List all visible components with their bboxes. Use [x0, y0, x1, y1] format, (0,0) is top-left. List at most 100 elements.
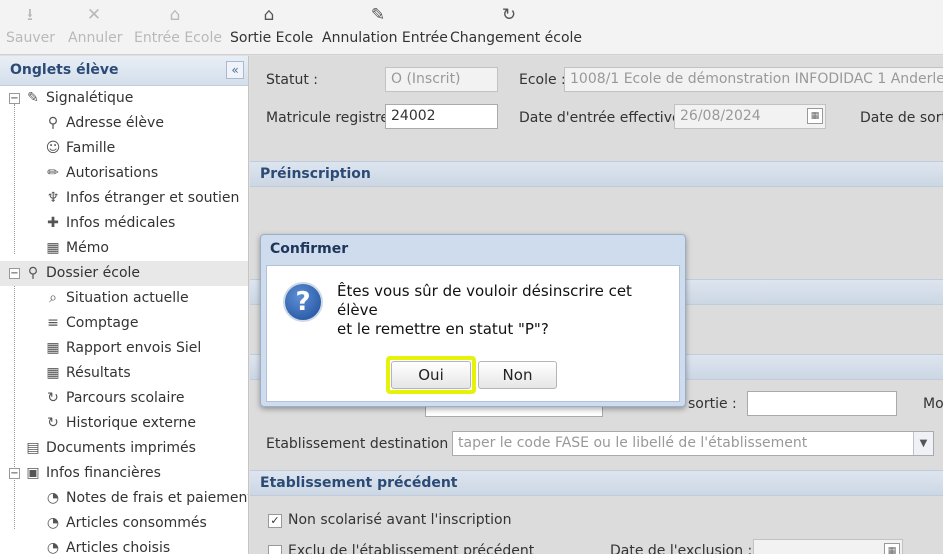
finance-icon: ▣	[26, 465, 40, 481]
sidebar-item[interactable]: ▦ Mémo	[0, 236, 248, 261]
toolbar: ⭳ Sauver ✕ Annuler ⌂ Entrée Ecole ⌂ Sort…	[0, 0, 943, 55]
sidebar-item-label: Notes de frais et paiements	[66, 490, 249, 506]
no-button[interactable]: Non	[478, 361, 557, 389]
dialog-message: Êtes vous sûr de vouloir désinscrire cet…	[337, 282, 632, 338]
sidebar-item[interactable]: − ✎ Signalétique	[0, 86, 248, 111]
history-icon: ↻	[47, 390, 59, 406]
change-school-button[interactable]: ↻ Changement école	[450, 0, 582, 55]
medical-icon: ✚	[47, 215, 59, 231]
preinscription-section: Préinscription	[250, 161, 943, 187]
piggy-icon: ◔	[46, 540, 60, 554]
question-icon: ?	[283, 282, 323, 322]
etab-destination-label: Etablissement destination :	[266, 436, 458, 452]
sidebar-item-label: Autorisations	[66, 165, 159, 181]
motif-label: Mot	[923, 396, 943, 412]
sidebar-item-label: Historique externe	[66, 415, 196, 431]
sidebar-item[interactable]: ⌕ Situation actuelle	[0, 286, 248, 311]
chevron-down-icon[interactable]: ▼	[913, 432, 933, 455]
matricule-label: Matricule registre :	[266, 110, 399, 126]
etab-destination-input[interactable]: taper le code FASE ou le libellé de l'ét…	[452, 431, 934, 456]
collapse-toggle-icon[interactable]: −	[9, 93, 20, 104]
non-scolarise-label: Non scolarisé avant l'inscription	[288, 512, 512, 528]
exit-school-icon: ⌂	[263, 5, 275, 25]
sidebar-item[interactable]: ✏ Autorisations	[0, 161, 248, 186]
sidebar-item[interactable]: − ⚲ Dossier école	[0, 261, 248, 286]
sidebar-item-label: Situation actuelle	[66, 290, 189, 306]
piggy-icon: ◔	[46, 490, 60, 506]
sidebar-item[interactable]: ↻ Parcours scolaire	[0, 386, 248, 411]
sidebar-item-label: Famille	[66, 140, 116, 156]
calendar-icon[interactable]: ▦	[807, 108, 823, 124]
close-icon: ✕	[86, 5, 102, 25]
sidebar-item[interactable]: ⚲ Adresse élève	[0, 111, 248, 136]
sidebar-item[interactable]: ✚ Infos médicales	[0, 211, 248, 236]
grid-icon: ▦	[46, 240, 60, 256]
ecole-field: 1008/1 Ecole de démonstration INFODIDAC …	[564, 67, 943, 92]
sidebar-item-label: Résultats	[66, 365, 131, 381]
sidebar-item[interactable]: ↻ Historique externe	[0, 411, 248, 436]
sidebar-item-label: Comptage	[66, 315, 139, 331]
sortie-label: sortie :	[688, 396, 737, 412]
sidebar-item[interactable]: ◔ Articles consommés	[0, 511, 248, 536]
sidebar-item-label: Mémo	[66, 240, 109, 256]
date-entree-field[interactable]: 26/08/2024 ▦	[674, 104, 826, 129]
yes-button[interactable]: Oui	[391, 361, 471, 389]
sidebar-header: Onglets élève «	[0, 56, 248, 86]
sidebar-item[interactable]: ▦ Rapport envois Siel	[0, 336, 248, 361]
cancel-button[interactable]: ✕ Annuler	[68, 0, 122, 55]
cancel-entry-icon: ✎	[370, 5, 386, 25]
sidebar: Onglets élève « − ✎ Signalétique ⚲ Adresse é…	[0, 56, 249, 554]
date-exclusion-label: Date de l'exclusion :	[610, 543, 753, 554]
history-icon: ↻	[47, 415, 59, 431]
statut-field: O (Inscrit)	[385, 67, 498, 92]
search-icon: ⌕	[49, 290, 57, 306]
save-button[interactable]: ⭳ Sauver	[6, 0, 55, 55]
sidebar-item-label: Documents imprimés	[46, 440, 196, 456]
sidebar-tree: − ✎ Signalétique ⚲ Adresse élève ☺ Famille ✏ Aut…	[0, 86, 248, 554]
sidebar-item-label: Articles consommés	[66, 515, 207, 531]
sidebar-item[interactable]: − ▣ Infos financières	[0, 461, 248, 486]
date-sortie-label: Date de sortie	[860, 110, 943, 126]
exclu-checkbox[interactable]	[268, 545, 282, 554]
list-icon: ≡	[47, 315, 59, 331]
family-icon: ☺	[45, 140, 61, 156]
sidebar-item[interactable]: ♆ Infos étranger et soutien	[0, 186, 248, 211]
sidebar-item[interactable]: ◔ Notes de frais et paiements	[0, 486, 248, 511]
sidebar-item-label: Infos étranger et soutien	[66, 190, 240, 206]
sidebar-item-label: Dossier école	[46, 265, 141, 281]
sidebar-item-label: Infos médicales	[66, 215, 176, 231]
save-icon: ⭳	[27, 5, 33, 25]
cancel-entry-button[interactable]: ✎ Annulation Entrée	[322, 0, 448, 55]
exit-school-button[interactable]: ⌂ Sortie Ecole	[230, 0, 313, 55]
date-exclusion-field[interactable]: ▦	[753, 539, 903, 554]
location-icon: ⚲	[27, 265, 39, 281]
pin-icon: ♆	[46, 190, 60, 206]
location-icon: ⚲	[47, 115, 59, 131]
exclu-label: Exclu de l'établissement précédent	[288, 543, 535, 554]
collapse-toggle-icon[interactable]: −	[9, 468, 20, 479]
sidebar-item[interactable]: ◔ Articles choisis	[0, 536, 248, 554]
grid-icon: ▦	[46, 365, 60, 381]
sidebar-item[interactable]: ▦ Résultats	[0, 361, 248, 386]
non-scolarise-checkbox[interactable]: ✓	[268, 514, 282, 528]
sidebar-item[interactable]: ≡ Comptage	[0, 311, 248, 336]
collapse-toggle-icon[interactable]: −	[9, 268, 20, 279]
grid-icon: ▦	[46, 340, 60, 356]
matricule-field[interactable]: 24002	[385, 104, 498, 129]
sidebar-item[interactable]: ☺ Famille	[0, 136, 248, 161]
sidebar-item[interactable]: ▤ Documents imprimés	[0, 436, 248, 461]
sidebar-item-label: Rapport envois Siel	[66, 340, 202, 356]
sidebar-title: Onglets élève	[10, 62, 119, 78]
change-school-icon: ↻	[501, 5, 517, 25]
sortie-field[interactable]	[747, 391, 897, 416]
calendar-icon[interactable]: ▦	[884, 543, 900, 554]
collapse-icon[interactable]: «	[226, 61, 244, 79]
sidebar-item-label: Infos financières	[46, 465, 161, 481]
enter-school-button[interactable]: ⌂ Entrée Ecole	[134, 0, 222, 55]
enter-school-icon: ⌂	[169, 5, 181, 25]
sidebar-item-label: Parcours scolaire	[66, 390, 185, 406]
pencil-icon: ✏	[47, 165, 59, 181]
dialog-body: ? Êtes vous sûr de vouloir désinscrire c…	[266, 265, 680, 402]
sidebar-item-label: Signalétique	[46, 90, 134, 106]
sidebar-item-label: Articles choisis	[66, 540, 171, 554]
